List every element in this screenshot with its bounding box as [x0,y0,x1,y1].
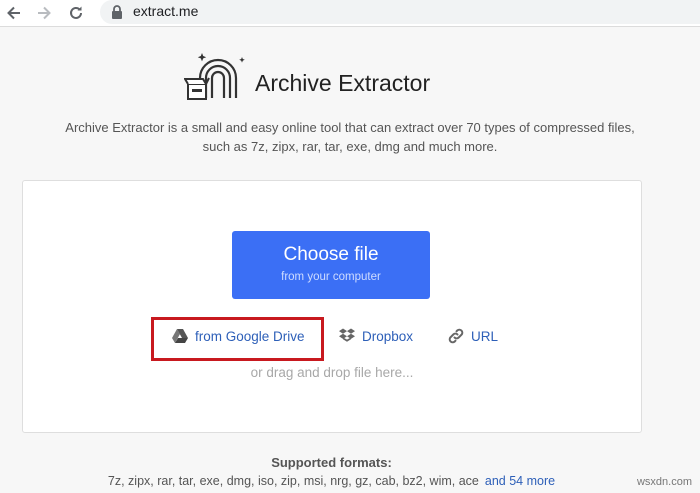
google-drive-link[interactable]: from Google Drive [171,326,305,346]
supported-formats-title: Supported formats: [271,455,392,470]
page-description: Archive Extractor is a small and easy on… [65,120,635,154]
choose-file-sublabel: from your computer [281,271,381,283]
archive-extractor-logo-icon [184,53,245,100]
google-drive-icon [172,329,188,343]
forward-arrow-icon[interactable] [34,3,54,23]
address-bar[interactable]: extract.me [100,0,700,24]
link-icon [448,328,464,344]
drag-drop-hint: or drag and drop file here... [250,365,414,380]
google-drive-label: from Google Drive [195,328,305,344]
dropbox-icon [339,328,355,342]
more-formats-link[interactable]: and 54 more [485,474,555,488]
supported-formats-list: 7z, zipx, rar, tar, exe, dmg, iso, zip, … [0,474,663,488]
choose-file-button[interactable]: Choose file from your computer [232,231,430,299]
url-link[interactable]: URL [447,326,498,346]
page-title: Archive Extractor [255,70,431,96]
url-text: extract.me [133,3,199,19]
browser-toolbar: extract.me [0,0,700,27]
reload-icon[interactable] [66,3,86,23]
formats-list-text: 7z, zipx, rar, tar, exe, dmg, iso, zip, … [107,474,479,488]
choose-file-label: Choose file [283,244,379,265]
dropbox-label: Dropbox [362,328,414,344]
upload-panel: Choose file from your computer from Goog… [22,180,642,433]
watermark-text: wsxdn.com [636,476,692,488]
back-arrow-icon[interactable] [4,3,24,23]
dropbox-link[interactable]: Dropbox [338,326,413,346]
lock-icon [112,5,122,19]
url-label: URL [471,328,499,344]
